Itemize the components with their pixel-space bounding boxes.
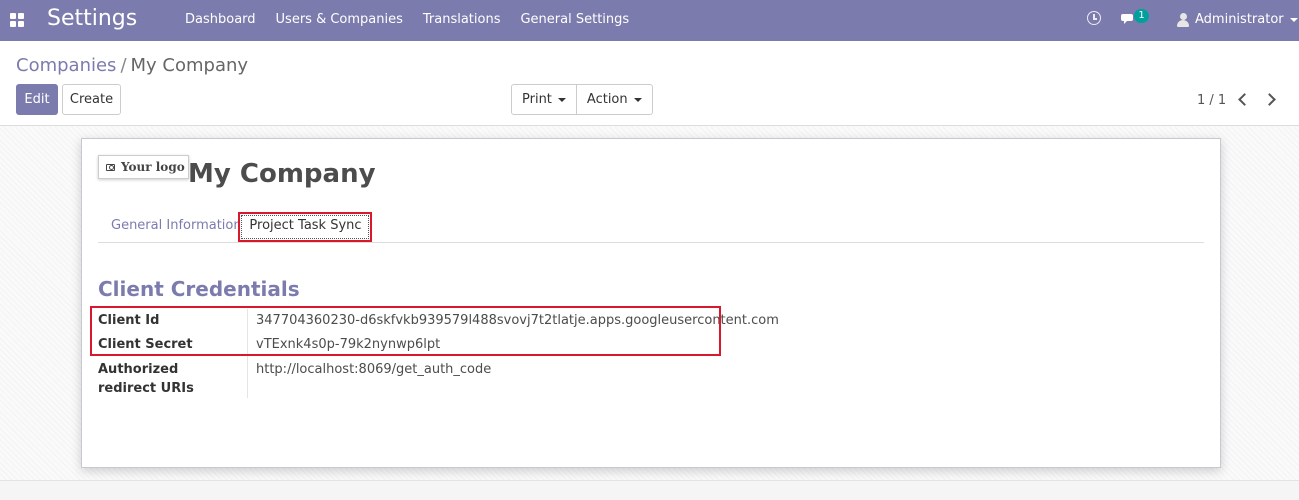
app-title[interactable]: Settings: [47, 6, 137, 32]
user-menu[interactable]: Administrator: [1177, 12, 1298, 27]
menu-item-dashboard[interactable]: Dashboard: [175, 12, 266, 28]
form-sheet: Your logo My Company General Information…: [81, 138, 1221, 468]
user-avatar-icon: [1177, 12, 1189, 27]
print-dropdown[interactable]: Print: [512, 85, 576, 114]
section-title: Client Credentials: [98, 277, 300, 301]
pager-previous-icon[interactable]: [1236, 91, 1250, 107]
pager-value[interactable]: 1 / 1: [1197, 93, 1226, 108]
menu-item-general-settings[interactable]: General Settings: [510, 12, 639, 28]
pager-next-icon[interactable]: [1263, 91, 1277, 107]
tab-project-task-sync[interactable]: Project Task Sync: [239, 211, 372, 242]
chevron-down-icon: [633, 97, 642, 102]
chat-badge: 1: [1134, 9, 1149, 23]
client-secret-value: vTExnk4s0p-79k2nynwp6lpt: [256, 337, 441, 352]
control-panel: Companies / My Company Edit Create Print A…: [0, 41, 1299, 126]
company-name: My Company: [188, 159, 376, 189]
camera-icon: [106, 163, 115, 171]
client-id-value: 347704360230-d6skfvkb939579l488svovj7t2t…: [256, 313, 779, 328]
field-label: Client Secret: [98, 337, 193, 352]
footer-strip: [0, 480, 1299, 500]
sidebar-actions: Print Action: [511, 84, 653, 115]
logo-label: Your logo: [121, 160, 185, 174]
top-navbar: Settings Dashboard Users & Companies Tra…: [0, 0, 1299, 41]
main-menu: Dashboard Users & Companies Translations…: [175, 12, 639, 28]
breadcrumb-separator: /: [120, 55, 127, 76]
field-divider: [247, 309, 248, 398]
breadcrumb-current: My Company: [130, 55, 249, 76]
apps-menu-icon[interactable]: [10, 13, 24, 27]
activity-clock-icon[interactable]: [1087, 11, 1101, 25]
action-dropdown[interactable]: Action: [575, 85, 652, 114]
redirect-uri-value: http://localhost:8069/get_auth_code: [256, 362, 492, 377]
action-label: Action: [586, 92, 628, 107]
breadcrumb: Companies / My Company: [16, 55, 248, 77]
print-label: Print: [522, 92, 552, 107]
tab-general-information[interactable]: General Information: [111, 211, 242, 242]
form-tabs: General Information Project Task Sync: [98, 211, 1204, 243]
field-label: Client Id: [98, 313, 160, 328]
breadcrumb-companies[interactable]: Companies: [16, 55, 116, 76]
chat-icon[interactable]: [1121, 13, 1134, 24]
chevron-down-icon: [1289, 17, 1298, 22]
user-name: Administrator: [1195, 12, 1284, 27]
menu-item-translations[interactable]: Translations: [413, 12, 511, 28]
chevron-down-icon: [557, 97, 566, 102]
edit-button[interactable]: Edit: [16, 84, 58, 115]
menu-item-users-companies[interactable]: Users & Companies: [266, 12, 413, 28]
company-logo-upload[interactable]: Your logo: [98, 155, 189, 179]
field-label: Authorized redirect URIs: [98, 362, 194, 396]
create-button[interactable]: Create: [62, 84, 121, 115]
